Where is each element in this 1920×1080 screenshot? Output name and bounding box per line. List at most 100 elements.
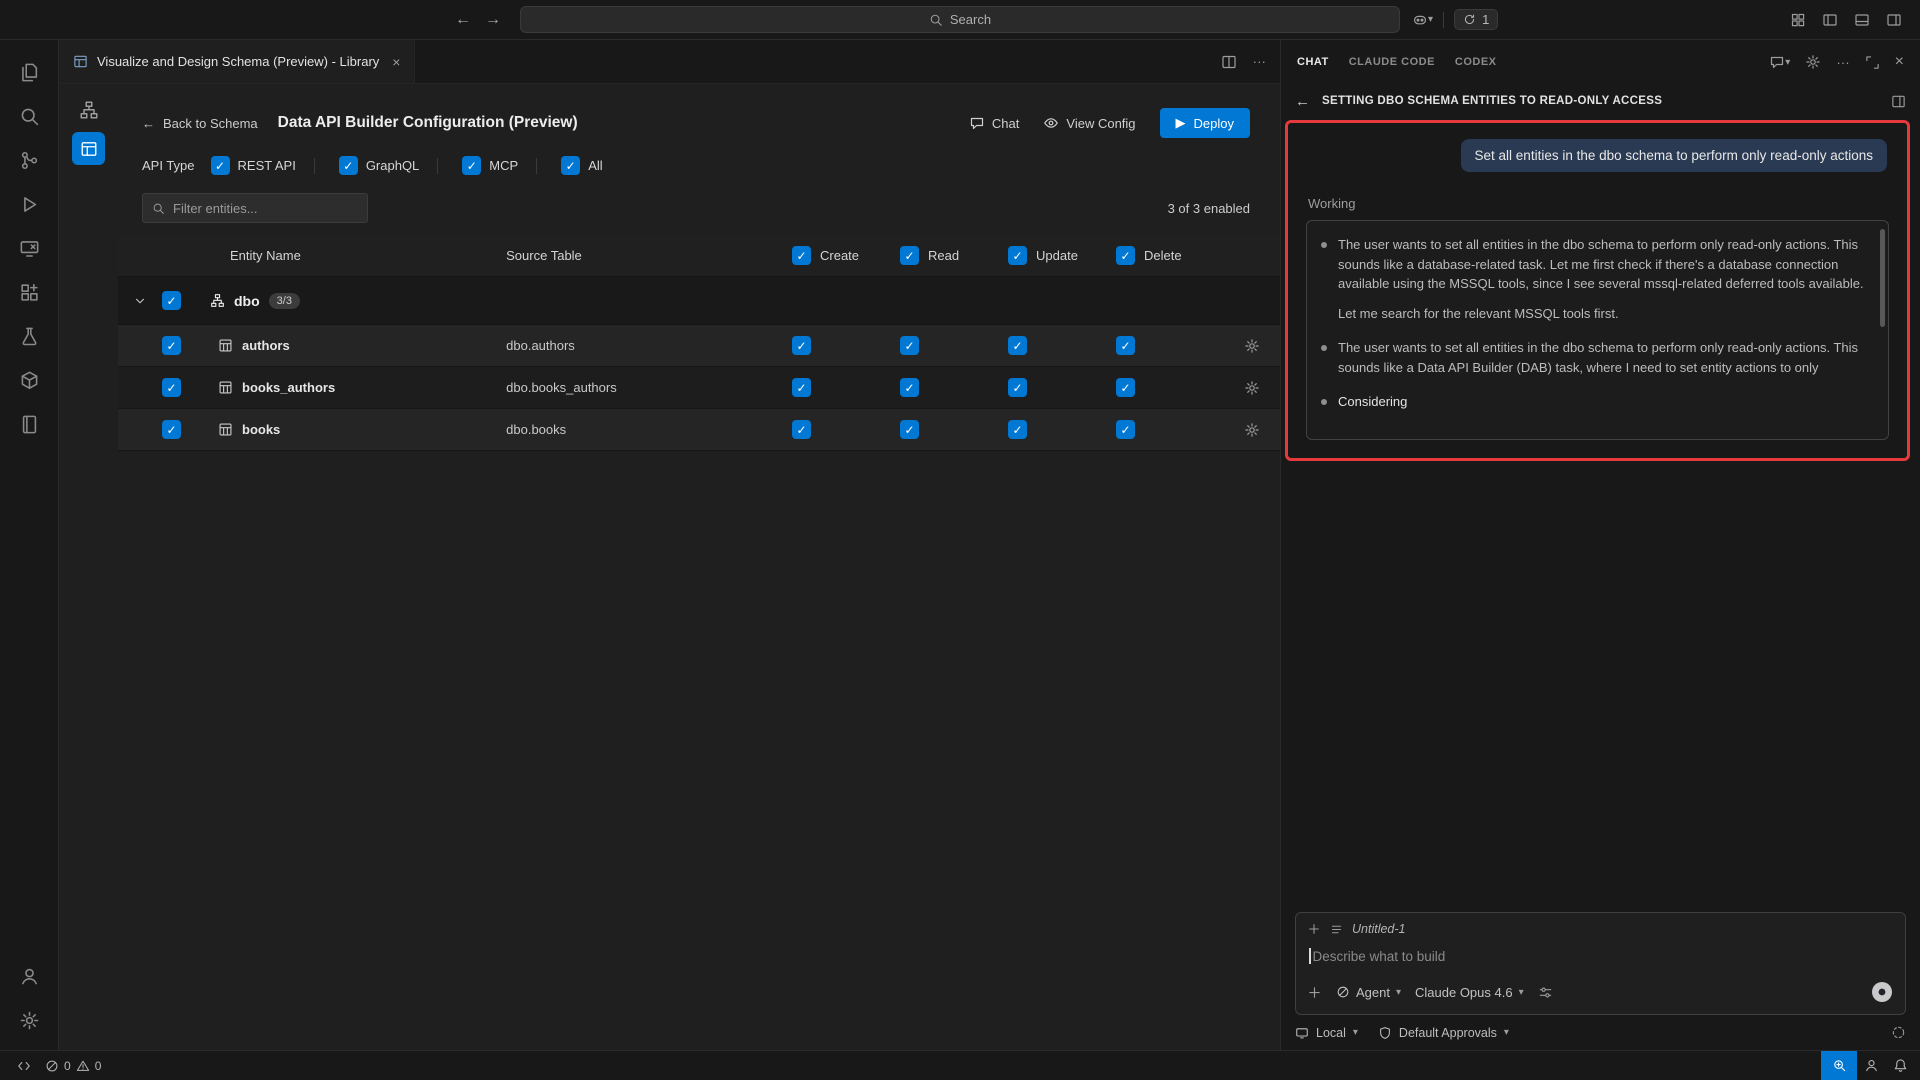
approvals-picker[interactable]: Default Approvals ▾ [1378,1026,1509,1040]
mcp-checkbox[interactable]: ✓ [462,156,481,175]
update-all-checkbox[interactable]: ✓ [1008,246,1027,265]
environment-picker[interactable]: Local ▾ [1295,1026,1358,1040]
layout-sidebar-left-icon[interactable] [1822,12,1838,28]
explorer-icon[interactable] [6,50,52,94]
nav-back-button[interactable]: ← [455,11,471,29]
tab-claude-code[interactable]: CLAUDE CODE [1349,52,1435,72]
extensions-icon[interactable] [6,270,52,314]
model-picker[interactable]: Claude Opus 4.6 ▾ [1415,985,1524,1000]
view-config-button[interactable]: View Config [1043,115,1135,131]
add-context-icon[interactable] [1307,922,1321,936]
chat-settings-gear-icon[interactable] [1805,54,1821,70]
chat-prompt-input[interactable]: Describe what to build [1309,948,1892,964]
layout-grid-icon[interactable] [1790,12,1806,28]
sync-badge[interactable]: 1 [1454,9,1498,30]
nav-forward-button[interactable]: → [485,11,501,29]
run-debug-icon[interactable] [6,182,52,226]
chat-button[interactable]: Chat [969,115,1019,131]
testing-icon[interactable] [6,314,52,358]
dbo-group-checkbox[interactable]: ✓ [162,291,181,310]
row-settings-gear-icon[interactable] [1244,338,1260,354]
agent-mode-picker[interactable]: Agent ▾ [1336,985,1401,1000]
remote-indicator[interactable] [10,1051,38,1080]
account-icon[interactable] [6,954,52,998]
read-checkbox[interactable]: ✓ [900,336,919,355]
search-view-icon[interactable] [6,94,52,138]
row-checkbox[interactable]: ✓ [162,336,181,355]
bullet-dot [1321,399,1327,405]
table-row-books[interactable]: ✓ books dbo.books ✓ ✓ ✓ ✓ [118,409,1280,451]
search-bar[interactable]: Search [520,6,1400,33]
row-settings-gear-icon[interactable] [1244,422,1260,438]
row-settings-gear-icon[interactable] [1244,380,1260,396]
copilot-button[interactable]: ▾ [1412,12,1433,28]
expand-icon[interactable] [1865,55,1880,70]
update-checkbox[interactable]: ✓ [1008,420,1027,439]
create-checkbox[interactable]: ✓ [792,378,811,397]
zoom-button[interactable] [1821,1051,1857,1080]
close-panel-icon[interactable]: × [1895,53,1904,71]
back-to-schema-link[interactable]: ← Back to Schema [142,116,258,131]
delete-checkbox[interactable]: ✓ [1116,336,1135,355]
open-chat-editor-icon[interactable] [1891,94,1906,109]
mcp-checkbox-item[interactable]: ✓ MCP [462,156,518,175]
tools-sliders-icon[interactable] [1538,985,1553,1000]
rest-api-checkbox[interactable]: ✓ [211,156,230,175]
send-stop-button[interactable] [1870,980,1894,1004]
accounts-status-icon[interactable] [1857,1051,1886,1080]
pending-circle-icon[interactable] [1891,1025,1906,1040]
thinking-box[interactable]: The user wants to set all entities in th… [1306,220,1889,440]
all-checkbox-item[interactable]: ✓ All [561,156,602,175]
read-checkbox[interactable]: ✓ [900,420,919,439]
layout-sidebar-right-icon[interactable] [1886,12,1902,28]
notifications-bell-icon[interactable] [1886,1051,1920,1080]
filter-entities-field[interactable] [142,193,368,223]
remote-explorer-icon[interactable] [6,226,52,270]
chat-input-box[interactable]: Untitled-1 Describe what to build Agent … [1295,912,1906,1015]
read-checkbox[interactable]: ✓ [900,378,919,397]
source-control-icon[interactable] [6,138,52,182]
tab-chat[interactable]: CHAT [1297,52,1329,72]
chevron-down-icon: ▾ [1504,1027,1509,1038]
split-editor-icon[interactable] [1221,54,1237,70]
delete-all-checkbox[interactable]: ✓ [1116,246,1135,265]
schema-group-row[interactable]: ✓ dbo 3/3 [118,277,1280,325]
deploy-button[interactable]: ▶ Deploy [1160,108,1250,138]
problems-indicator[interactable]: 0 0 [38,1051,108,1080]
delete-checkbox[interactable]: ✓ [1116,378,1135,397]
table-row-authors[interactable]: ✓ authors dbo.authors ✓ ✓ ✓ ✓ [118,325,1280,367]
search-icon [152,202,165,215]
graphql-checkbox-item[interactable]: ✓ GraphQL [339,156,419,175]
attached-file-chip[interactable]: Untitled-1 [1352,922,1406,936]
database-project-icon[interactable] [6,358,52,402]
layout-panel-bottom-icon[interactable] [1854,12,1870,28]
back-arrow-icon[interactable]: ← [1295,93,1310,110]
create-checkbox[interactable]: ✓ [792,336,811,355]
tab-codex[interactable]: CODEX [1455,52,1497,72]
more-actions-icon[interactable]: ··· [1253,54,1266,69]
all-checkbox[interactable]: ✓ [561,156,580,175]
settings-gear-icon[interactable] [6,998,52,1042]
update-checkbox[interactable]: ✓ [1008,336,1027,355]
table-row-books-authors[interactable]: ✓ books_authors dbo.books_authors ✓ ✓ ✓ … [118,367,1280,409]
create-all-checkbox[interactable]: ✓ [792,246,811,265]
chevron-down-icon[interactable] [133,294,147,308]
filter-entities-input[interactable] [173,201,358,216]
row-checkbox[interactable]: ✓ [162,378,181,397]
chat-more-icon[interactable]: ··· [1836,55,1849,70]
chat-mode-icon[interactable]: ▾ [1769,54,1790,70]
close-tab-icon[interactable]: × [392,54,400,70]
notebook-icon[interactable] [6,402,52,446]
scrollbar-thumb[interactable] [1880,229,1885,327]
read-all-checkbox[interactable]: ✓ [900,246,919,265]
update-checkbox[interactable]: ✓ [1008,378,1027,397]
schema-graph-icon[interactable] [79,100,99,120]
api-config-icon[interactable] [72,132,105,165]
graphql-checkbox[interactable]: ✓ [339,156,358,175]
create-checkbox[interactable]: ✓ [792,420,811,439]
attach-icon[interactable] [1307,985,1322,1000]
editor-tab[interactable]: Visualize and Design Schema (Preview) - … [59,40,415,83]
rest-api-checkbox-item[interactable]: ✓ REST API [211,156,296,175]
delete-checkbox[interactable]: ✓ [1116,420,1135,439]
row-checkbox[interactable]: ✓ [162,420,181,439]
